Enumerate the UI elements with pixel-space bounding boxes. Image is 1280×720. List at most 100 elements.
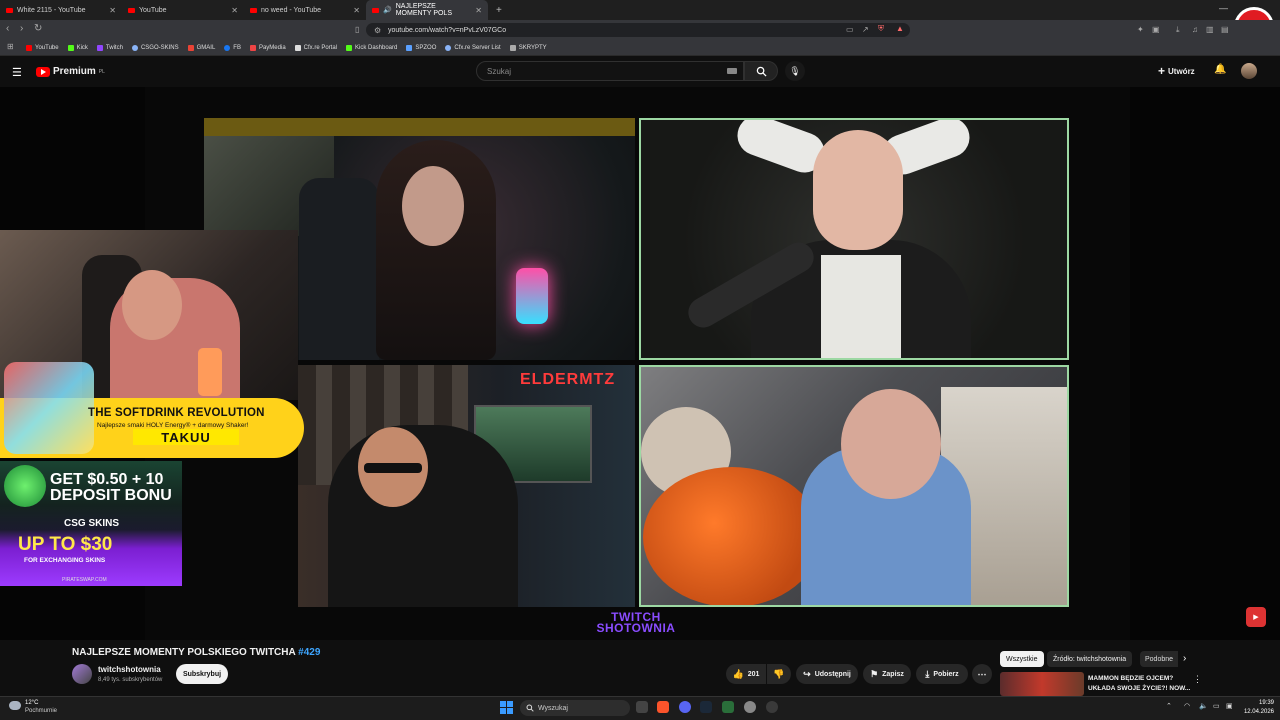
chevron-up-icon[interactable]: ⌃ xyxy=(1166,702,1172,710)
close-tab-icon[interactable]: ✕ xyxy=(353,6,360,15)
bookmark-gmail[interactable]: GMAIL xyxy=(187,44,215,51)
bookmark-page-icon[interactable]: ▯ xyxy=(355,25,359,34)
settings-icon[interactable] xyxy=(744,701,756,713)
browser-tab[interactable]: White 2115 - YouTube ✕ xyxy=(0,0,122,20)
wallet-icon[interactable]: ▤ xyxy=(1221,25,1229,34)
sidebar-toggle-icon[interactable]: ▣ xyxy=(1152,25,1160,34)
bookmark-spzoo[interactable]: SPZOO xyxy=(406,44,436,51)
browser-tab[interactable]: no weed - YouTube ✕ xyxy=(244,0,366,20)
split-view-icon[interactable]: ▥ xyxy=(1206,25,1214,34)
language-icon[interactable]: ▣ xyxy=(1226,702,1233,710)
menu-icon[interactable]: ☰ xyxy=(12,66,22,79)
close-tab-icon[interactable]: ✕ xyxy=(475,6,482,15)
brave-shield-icon[interactable]: ⛨ xyxy=(878,24,884,34)
create-button[interactable]: + Utwórz xyxy=(1158,63,1195,79)
cloud-icon[interactable] xyxy=(9,701,21,710)
recommendation-thumbnail[interactable] xyxy=(1000,672,1084,696)
share-page-icon[interactable]: ↗ xyxy=(862,25,869,34)
account-avatar[interactable] xyxy=(1241,63,1257,79)
url-text: youtube.com/watch?v=nPvLzV07GCo xyxy=(388,26,507,34)
search-placeholder: Szukaj xyxy=(487,66,512,76)
wifi-icon[interactable]: ◠ xyxy=(1184,702,1190,710)
kick-icon xyxy=(67,44,74,51)
new-tab-icon[interactable]: + xyxy=(496,5,502,16)
subscribe-watermark-icon[interactable]: ▶ xyxy=(1246,607,1266,627)
downloads-icon[interactable]: ⤓ xyxy=(1176,25,1180,35)
search-input[interactable]: Szukaj xyxy=(476,61,744,81)
chip-source[interactable]: Źródło: twitchshotownia xyxy=(1047,651,1133,667)
task-view-icon[interactable] xyxy=(636,701,648,713)
bookmark-skrypty[interactable]: SKRYPTY xyxy=(509,44,547,51)
brave-browser-icon[interactable] xyxy=(657,701,669,713)
subscribe-button[interactable]: Subskrybuj xyxy=(176,664,228,684)
weather-description[interactable]: Pochmurnie xyxy=(25,708,57,714)
clock-date[interactable]: 12.04.2026 xyxy=(1238,709,1274,715)
bookmark-kick[interactable]: Kick xyxy=(67,44,88,51)
minimize-icon[interactable]: — xyxy=(1219,3,1228,13)
extensions-icon[interactable]: ✦ xyxy=(1137,25,1144,34)
share-button[interactable]: ↪ Udostępnij xyxy=(796,664,858,684)
bookmark-kick-dashboard[interactable]: Kick Dashboard xyxy=(346,44,397,51)
bookmark-csgo-skins[interactable]: CSGO-SKINS xyxy=(131,44,179,51)
close-tab-icon[interactable]: ✕ xyxy=(109,6,116,15)
ad-subtitle: Najlepsze smaki HOLY Energy® + darmowy S… xyxy=(97,422,249,429)
cast-icon[interactable]: ▭ xyxy=(846,25,854,34)
browser-tab-label: White 2115 - YouTube xyxy=(17,6,86,14)
volume-icon[interactable]: 🔈 xyxy=(1199,702,1208,710)
chip-all[interactable]: Wszystkie xyxy=(1000,651,1044,667)
battery-icon[interactable]: ▭ xyxy=(1213,702,1220,710)
bookmark-cfx-portal[interactable]: Cfx.re Portal xyxy=(294,44,337,51)
webcam-feed xyxy=(639,118,1069,360)
forward-icon[interactable]: › xyxy=(20,23,23,34)
youtube-logo[interactable]: Premium PL xyxy=(36,66,105,77)
save-button[interactable]: ⚑ Zapisz xyxy=(863,664,911,684)
coin-mascot-icon xyxy=(4,465,46,507)
taskbar-search[interactable]: Wyszukaj xyxy=(520,700,630,716)
bookmark-paymedia[interactable]: PayMedia xyxy=(249,44,286,51)
video-hashtag[interactable]: #429 xyxy=(298,647,320,658)
streamer-sunglasses xyxy=(364,463,422,473)
discord-icon[interactable] xyxy=(679,701,691,713)
chip-similar[interactable]: Podobne xyxy=(1140,651,1179,667)
youtube-play-icon xyxy=(36,66,50,77)
bookmark-twitch[interactable]: Twitch xyxy=(96,44,123,51)
media-icon[interactable]: ♫ xyxy=(1192,25,1198,34)
bookmark-cfx-server-list[interactable]: Cfx.re Server List xyxy=(445,44,501,51)
browser-tab-active[interactable]: 🔊 NAJLEPSZE MOMENTY POLS ✕ xyxy=(366,0,488,20)
bookmarks-bar: YouTube Kick Twitch CSGO-SKINS GMAIL FB … xyxy=(0,40,1280,56)
steam-icon[interactable] xyxy=(700,701,712,713)
search-icon xyxy=(756,66,767,77)
voice-search-button[interactable]: 🎙 xyxy=(785,61,805,81)
bookmark-youtube[interactable]: YouTube xyxy=(26,44,59,51)
url-bar[interactable]: ⚙ youtube.com/watch?v=nPvLzV07GCo xyxy=(366,23,910,37)
dislike-button[interactable]: 👎 xyxy=(767,664,791,684)
excel-icon[interactable] xyxy=(722,701,734,713)
apps-grid-icon[interactable]: ⊞ xyxy=(7,42,14,51)
more-actions-button[interactable]: ⋯ xyxy=(972,664,992,684)
speaker-icon[interactable]: 🔊 xyxy=(383,6,392,14)
ad-brand: TAKUU xyxy=(133,429,239,445)
like-button[interactable]: 👍 201 xyxy=(726,664,766,684)
browser-tab[interactable]: YouTube ✕ xyxy=(122,0,244,20)
site-info-icon[interactable]: ⚙ xyxy=(374,26,381,35)
reload-icon[interactable]: ↻ xyxy=(34,23,42,34)
channel-name[interactable]: twitchshotownia xyxy=(98,665,161,674)
close-tab-icon[interactable]: ✕ xyxy=(231,6,238,15)
chevron-right-icon[interactable]: › xyxy=(1183,653,1186,664)
weather-temperature[interactable]: 12°C xyxy=(25,700,38,706)
back-icon[interactable]: ‹ xyxy=(6,23,9,34)
globe-icon xyxy=(445,44,452,51)
search-button[interactable] xyxy=(744,61,778,81)
keyboard-icon[interactable] xyxy=(727,68,737,74)
notifications-bell-icon[interactable]: 🔔 xyxy=(1214,64,1226,75)
bookmark-fb[interactable]: FB xyxy=(224,44,241,51)
streamer-face xyxy=(841,389,941,499)
app-icon[interactable] xyxy=(766,701,778,713)
clock-time[interactable]: 19:39 xyxy=(1244,700,1274,706)
more-icon[interactable]: ⋮ xyxy=(1193,674,1202,685)
download-button[interactable]: ⤓ Pobierz xyxy=(916,664,968,684)
start-button[interactable] xyxy=(500,701,513,714)
recommendation-title[interactable]: MAMMON BĘDZIE OJCEM? UKŁADA SWOJE ŻYCIE?… xyxy=(1088,674,1192,694)
channel-avatar[interactable] xyxy=(72,664,92,684)
rewards-icon[interactable]: ▲ xyxy=(896,24,904,33)
